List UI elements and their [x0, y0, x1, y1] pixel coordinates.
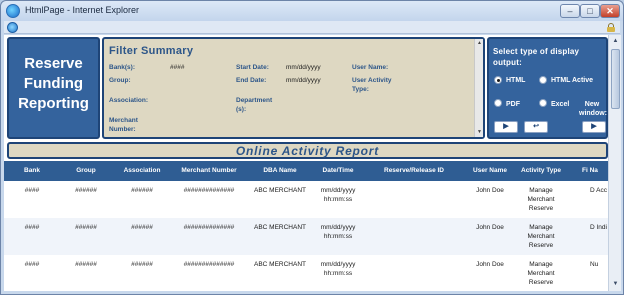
cell-dba-name: ABC MERCHANT: [253, 187, 306, 194]
col-activity-type[interactable]: Activity Type: [514, 161, 568, 181]
window-title: HtmlPage - Internet Explorer: [25, 5, 140, 15]
scroll-thumb[interactable]: [611, 49, 620, 109]
bank-label: Bank(s):: [109, 64, 136, 71]
page-scrollbar[interactable]: ▲ ▼: [608, 35, 621, 291]
cell-user-name: John Doe: [476, 224, 504, 231]
cell-activity-type: Manage Merchant Reserve: [527, 187, 555, 212]
pdf-radio[interactable]: [494, 99, 502, 107]
bank-value: ####: [170, 64, 185, 71]
filter-summary-panel: Filter Summary Bank(s): #### Group: Asso…: [102, 37, 485, 139]
cell-association: ######: [131, 187, 153, 194]
excel-option-label: Excel: [551, 101, 570, 108]
scroll-down-arrow-icon[interactable]: ▼: [611, 280, 620, 289]
cell-group: ######: [75, 224, 97, 231]
browser-toolbar: [4, 21, 620, 34]
cell-dba-name: ABC MERCHANT: [253, 261, 306, 268]
brand-line-1: Reserve: [24, 55, 83, 72]
end-date-value: mm/dd/yyyy: [286, 77, 321, 84]
cell-bank: ####: [24, 187, 40, 194]
col-reserve-release-id[interactable]: Reserve/Release ID: [362, 161, 466, 181]
cell-date-time: mm/dd/yyyy hh:mm:ss: [320, 224, 356, 240]
cell-merchant-number: ##############: [183, 261, 235, 268]
cell-bank: ####: [24, 224, 40, 231]
display-output-title: Select type of display output:: [493, 47, 580, 67]
cell-dba-name: ABC MERCHANT: [253, 224, 306, 231]
reset-button[interactable]: ↩: [524, 121, 548, 133]
col-association[interactable]: Association: [112, 161, 172, 181]
department-label: Department (s):: [236, 97, 273, 113]
user-name-label: User Name:: [352, 64, 389, 71]
scroll-down-icon[interactable]: ▼: [476, 129, 483, 136]
report-brand-panel: Reserve Funding Reporting: [7, 37, 100, 139]
cell-merchant-number: ##############: [183, 224, 235, 231]
maximize-button[interactable]: □: [580, 4, 600, 18]
table-row[interactable]: #### ###### ###### ############## ABC ME…: [4, 181, 608, 218]
report-title: Online Activity Report: [7, 142, 608, 159]
cell-association: ######: [131, 261, 153, 268]
col-user-name[interactable]: User Name: [466, 161, 514, 181]
html-active-radio[interactable]: [539, 76, 547, 84]
ie-app-icon: [6, 4, 20, 18]
cell-date-time: mm/dd/yyyy hh:mm:ss: [320, 187, 356, 203]
filter-summary-title: Filter Summary: [109, 45, 194, 57]
association-label: Association:: [109, 97, 149, 104]
cell-field-name: D Indi: [590, 224, 607, 231]
col-dba-name[interactable]: DBA Name: [246, 161, 314, 181]
pdf-option-label: PDF: [506, 101, 520, 108]
html-active-option-label: HTML Active: [551, 77, 594, 84]
col-field-name[interactable]: Fi Na: [582, 161, 608, 181]
user-activity-type-label: User Activity Type:: [352, 77, 392, 93]
col-bank[interactable]: Bank: [4, 161, 60, 181]
browser-window: HtmlPage - Internet Explorer – □ ✕ Reser…: [0, 0, 624, 295]
display-output-panel: Select type of display output: HTML HTML…: [487, 37, 608, 139]
minimize-button[interactable]: –: [560, 4, 580, 18]
scroll-up-arrow-icon[interactable]: ▲: [611, 37, 620, 46]
end-date-label: End Date:: [236, 77, 267, 84]
merchant-number-label: Merchant Number:: [109, 117, 138, 133]
cell-user-name: John Doe: [476, 187, 504, 194]
cell-association: ######: [131, 224, 153, 231]
page-icon: [7, 22, 18, 33]
table-row[interactable]: #### ###### ###### ############## ABC ME…: [4, 218, 608, 255]
close-button[interactable]: ✕: [600, 4, 620, 18]
cell-activity-type: Manage Merchant Reserve: [527, 261, 555, 286]
cell-activity-type: Manage Merchant Reserve: [527, 224, 555, 249]
brand-line-2: Funding: [23, 75, 84, 92]
cell-merchant-number: ##############: [183, 187, 235, 194]
html-option-label: HTML: [506, 77, 526, 84]
cell-bank: ####: [24, 261, 40, 268]
table-row[interactable]: #### ###### ###### ############## ABC ME…: [4, 255, 608, 291]
col-group[interactable]: Group: [60, 161, 112, 181]
cell-user-name: John Doe: [476, 261, 504, 268]
cell-field-name: Nu: [590, 261, 599, 268]
brand-line-3: Reporting: [18, 95, 89, 112]
col-merchant-number[interactable]: Merchant Number: [172, 161, 246, 181]
filter-scrollbar[interactable]: ▲ ▼: [474, 39, 483, 137]
cell-group: ######: [75, 261, 97, 268]
start-date-value: mm/dd/yyyy: [286, 64, 321, 71]
group-label: Group:: [109, 77, 131, 84]
col-date-time[interactable]: Date/Time: [314, 161, 362, 181]
new-window-button[interactable]: ▶: [582, 121, 606, 133]
lock-icon[interactable]: [607, 23, 615, 32]
new-window-label: New window:: [579, 101, 607, 117]
cell-date-time: mm/dd/yyyy hh:mm:ss: [320, 261, 356, 277]
start-date-label: Start Date:: [236, 64, 269, 71]
html-radio[interactable]: [494, 76, 502, 84]
title-bar[interactable]: HtmlPage - Internet Explorer – □ ✕: [1, 1, 623, 21]
scroll-up-icon[interactable]: ▲: [476, 40, 483, 47]
table-header: Bank Group Association Merchant Number D…: [4, 161, 608, 181]
cell-group: ######: [75, 187, 97, 194]
cell-field-name: D Acc: [590, 187, 607, 194]
page-content: Reserve Funding Reporting Filter Summary…: [4, 35, 608, 291]
run-report-button[interactable]: ▶: [494, 121, 518, 133]
excel-radio[interactable]: [539, 99, 547, 107]
